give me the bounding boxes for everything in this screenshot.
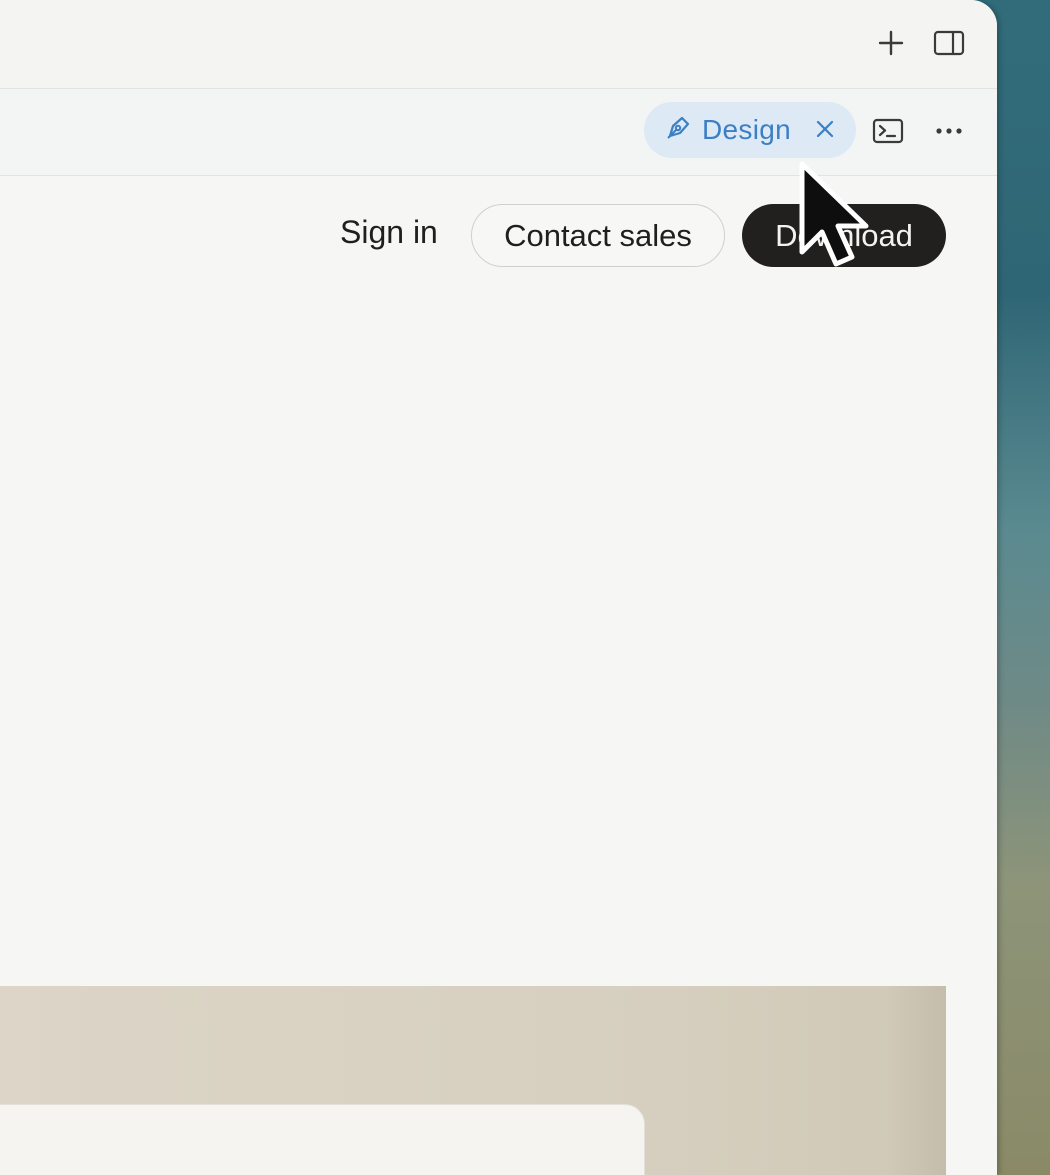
download-button[interactable]: Download — [742, 204, 946, 267]
contact-sales-button[interactable]: Contact sales — [471, 204, 725, 267]
title-bar — [0, 0, 997, 89]
pen-nib-icon — [664, 114, 692, 147]
plus-icon[interactable] — [874, 26, 908, 60]
sign-in-link[interactable]: Sign in — [340, 214, 438, 251]
hero-card — [0, 1104, 645, 1175]
toolbar: Design — [0, 89, 997, 176]
more-horizontal-icon[interactable] — [931, 113, 967, 149]
design-mode-chip[interactable]: Design — [644, 102, 856, 158]
browser-window: Design Sign in Contact sales Download — [0, 0, 997, 1175]
sidebar-toggle-icon[interactable] — [932, 26, 966, 60]
close-icon[interactable] — [812, 116, 838, 142]
terminal-icon[interactable] — [870, 113, 906, 149]
desktop-wallpaper — [990, 0, 1050, 1175]
design-chip-label: Design — [702, 114, 791, 145]
